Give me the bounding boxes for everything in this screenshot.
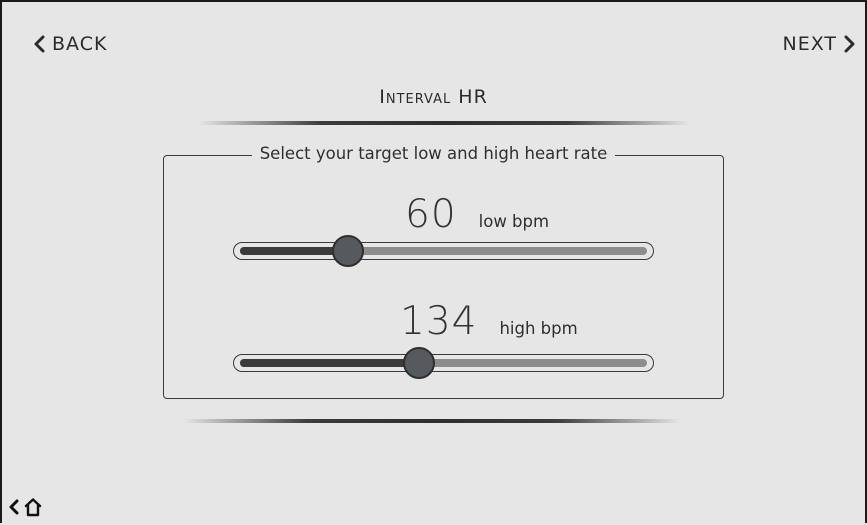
back-label: BACK xyxy=(52,33,108,55)
next-label: NEXT xyxy=(782,33,837,55)
page-title: Interval HR xyxy=(379,86,488,108)
low-slider-thumb[interactable] xyxy=(331,235,364,267)
high-bpm-label: high bpm xyxy=(499,319,578,338)
low-bpm-value: 60 xyxy=(405,192,457,237)
low-bpm-slider[interactable] xyxy=(233,235,654,267)
high-slider-thumb[interactable] xyxy=(403,347,436,379)
back-button[interactable]: BACK xyxy=(32,33,107,55)
home-icon[interactable] xyxy=(23,497,43,521)
bottom-divider xyxy=(183,419,681,423)
high-bpm-slider[interactable] xyxy=(233,347,654,379)
low-bpm-label: low bpm xyxy=(478,212,550,231)
home-nav[interactable] xyxy=(8,497,43,521)
high-slider-fill xyxy=(240,359,420,367)
panel-legend-text: Select your target low and high heart ra… xyxy=(251,144,616,163)
chevron-right-icon xyxy=(843,34,857,54)
high-bpm-value: 134 xyxy=(400,299,478,344)
next-button[interactable]: NEXT xyxy=(782,33,857,55)
low-value-row: 60 low bpm xyxy=(405,192,549,237)
high-value-row: 134 high bpm xyxy=(400,299,578,344)
title-divider xyxy=(198,121,690,125)
chevron-left-icon xyxy=(32,34,46,54)
chevron-left-icon xyxy=(8,498,20,520)
